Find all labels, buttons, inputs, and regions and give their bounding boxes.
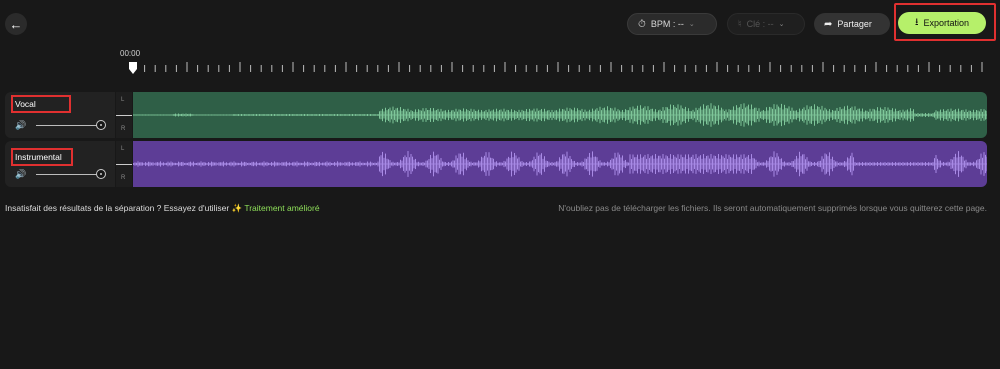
pan-knob-vocal[interactable] (96, 120, 106, 130)
left-channel-label: L (121, 97, 125, 103)
track-name-instrumental[interactable]: Instrumental (11, 148, 73, 166)
track-name-vocal[interactable]: Vocal (11, 95, 71, 113)
separation-feedback: Insatisfait des résultats de la séparati… (5, 203, 320, 214)
key-dropdown[interactable]: ♮ Clé : -- ⌄ (727, 13, 805, 35)
download-icon: ⭳ (914, 16, 919, 28)
speaker-icon[interactable]: 🔊 (15, 120, 26, 131)
export-button[interactable]: ⭳ Exportation (898, 12, 986, 34)
export-label: Exportation (923, 18, 970, 28)
channel-labels-instrumental: L R (116, 141, 132, 187)
download-reminder: N'oubliez pas de télécharger les fichier… (558, 203, 987, 213)
bpm-label: BPM : -- (650, 19, 684, 29)
channel-divider (116, 164, 132, 165)
feedback-prompt: Insatisfait des résultats de la séparati… (5, 203, 230, 213)
playhead[interactable] (129, 62, 137, 74)
channel-divider (116, 115, 132, 116)
chevron-down-icon: ⌄ (778, 21, 785, 28)
bpm-dropdown[interactable]: ⏱ BPM : -- ⌄ (627, 13, 717, 35)
chevron-down-icon: ⌄ (688, 21, 695, 28)
pan-knob-instrumental[interactable] (96, 169, 106, 179)
right-channel-label: R (121, 175, 126, 181)
arrow-left-icon: ← (9, 16, 23, 32)
key-icon: ♮ (738, 18, 742, 30)
channel-labels-vocal: L R (116, 92, 132, 138)
metronome-icon: ⏱ (638, 18, 646, 30)
left-channel-label: L (121, 146, 125, 152)
waveform-instrumental[interactable] (133, 141, 987, 187)
share-button[interactable]: ➦ Partager (814, 13, 890, 35)
timeline-ruler[interactable] (130, 60, 987, 74)
share-arrow-icon: ➦ (824, 18, 833, 30)
volume-slider-instrumental[interactable] (36, 174, 102, 175)
key-label: Clé : -- (746, 19, 774, 29)
share-label: Partager (837, 19, 872, 29)
speaker-icon[interactable]: 🔊 (15, 169, 26, 180)
enhanced-processing-link[interactable]: ✨ Traitement amélioré (232, 203, 320, 213)
volume-slider-vocal[interactable] (36, 125, 102, 126)
waveform-vocal[interactable] (133, 92, 987, 138)
back-button[interactable]: ← (5, 13, 27, 35)
timeline-start-time: 00:00 (120, 49, 141, 58)
right-channel-label: R (121, 126, 126, 132)
